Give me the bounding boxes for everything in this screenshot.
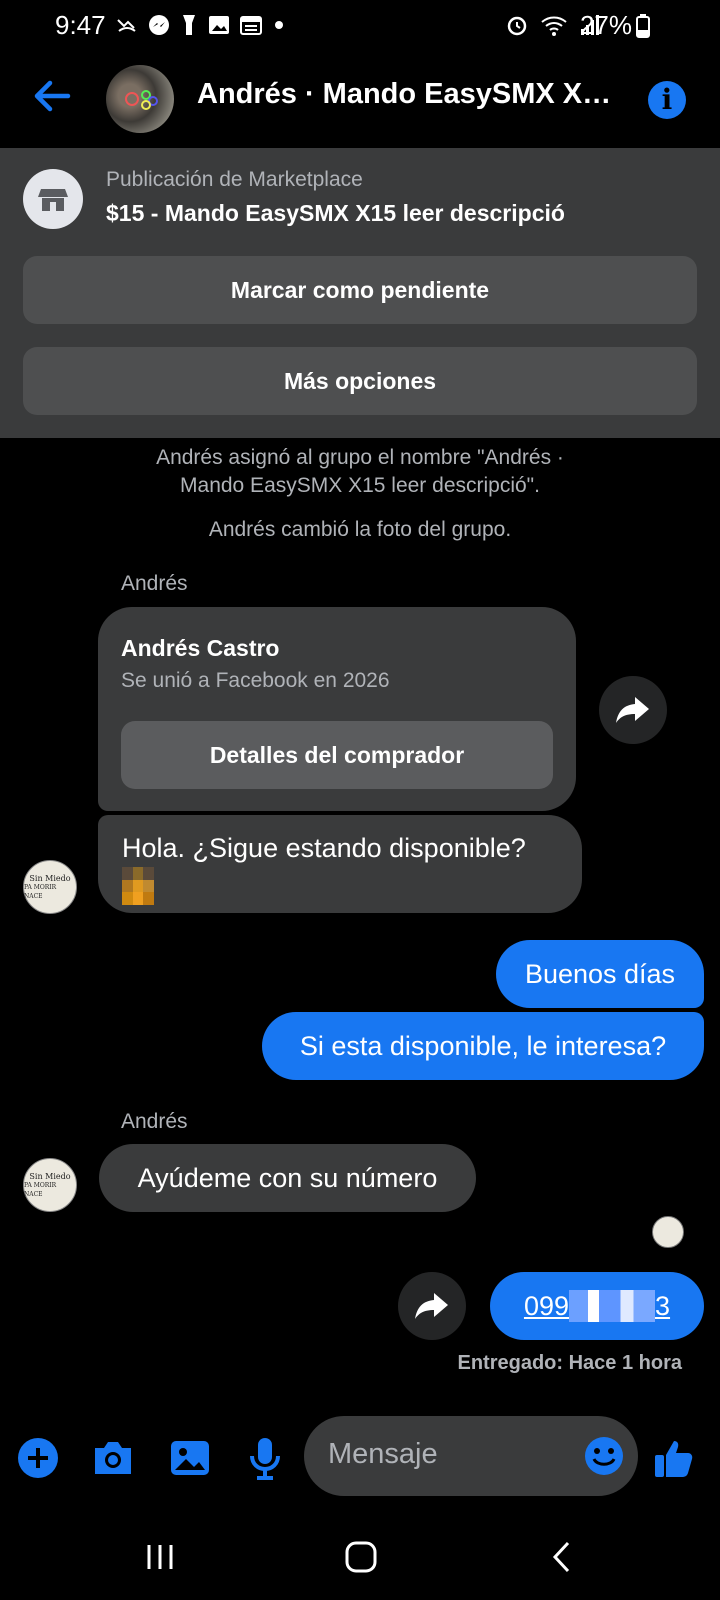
photo-changed-notice: Andrés cambió la foto del grupo. [208,518,512,541]
system-nav-bar [0,1520,720,1600]
avatar-text-line2: PA MORIR NACE [24,883,57,900]
rename-notice-line1: Andrés asignó al grupo el nombre "Andrés… [156,446,564,469]
avatar-text-line2: PA MORIR NACE [24,1181,57,1198]
plus-button[interactable] [14,1434,62,1482]
microphone-button[interactable] [241,1434,289,1482]
incoming-message[interactable]: Ayúdeme con su número [99,1144,476,1212]
group-avatar[interactable] [106,65,174,133]
rename-notice-line2: Mando EasySMX X15 leer descripció". [180,474,540,497]
store-avatar [23,169,83,229]
buyer-joined: Se unió a Facebook en 2026 [121,669,390,692]
status-time: 9:47 [55,10,106,40]
thumbs-up-icon [655,1441,693,1477]
info-icon: i [661,83,673,116]
delivery-status: Entregado: Hace 1 hora [457,1352,682,1374]
message-placeholder: Mensaje [328,1438,438,1470]
phone-number-link[interactable]: 099 3 [490,1272,704,1340]
message-text: Hola. ¿Sigue estando disponible? [122,833,526,863]
microphone-icon [250,1438,280,1480]
back-nav-icon [552,1541,570,1573]
dot-icon [275,21,283,29]
gallery-icon [171,1441,209,1475]
plus-icon [18,1438,58,1478]
outgoing-message[interactable]: Si esta disponible, le interesa? [262,1012,704,1080]
chat-title[interactable]: Andrés · Mando EasySMX X1... [197,78,617,111]
status-left-icons [115,13,287,37]
buyer-details-button[interactable]: Detalles del comprador [121,721,553,789]
sender-name: Andrés [121,1110,188,1133]
store-icon [38,189,68,211]
sender-avatar[interactable]: Sin Miedo PA MORIR NACE [23,860,77,914]
message-input[interactable]: Mensaje [304,1416,638,1496]
home-icon [345,1541,377,1573]
battery-percent: 27% [579,10,632,40]
phone-prefix: 099 [523,1290,570,1321]
controller-photo-icon [125,90,158,110]
arrow-left-icon [34,80,71,112]
forward-icon [415,1293,448,1319]
battery-level: 27% [580,10,650,41]
camera-button[interactable] [89,1434,137,1482]
avatar-text-line1: Sin Miedo [29,873,71,883]
composer: Mensaje [0,1410,720,1510]
flashlight-icon [183,15,195,35]
mark-pending-button[interactable]: Marcar como pendiente [23,256,697,324]
back-button[interactable] [30,74,74,118]
gallery-icon [209,16,229,34]
incoming-message[interactable]: Hola. ¿Sigue estando disponible? [98,815,582,913]
camera-icon [95,1442,131,1474]
pixelated-emoji-icon [122,867,154,905]
emoji-icon[interactable] [584,1436,624,1476]
battery-icon [636,13,650,38]
back-nav-button[interactable] [550,1540,574,1579]
status-bar: 9:47 27% [0,0,720,52]
outgoing-message[interactable]: Buenos días [496,940,704,1008]
recent-apps-icon [147,1545,173,1569]
buyer-name: Andrés Castro [121,635,280,661]
missed-call-icon [117,19,136,32]
more-options-button[interactable]: Más opciones [23,347,697,415]
phone-suffix: 3 [655,1290,671,1321]
forward-icon [616,697,649,723]
info-button[interactable]: i [648,81,686,119]
calendar-icon [240,16,262,35]
marketplace-label: Publicación de Marketplace [106,168,363,191]
listing-title[interactable]: $15 - Mando EasySMX X15 leer descripció [106,200,565,227]
forward-button[interactable] [398,1272,466,1340]
recent-apps-button[interactable] [145,1542,175,1577]
messenger-icon [149,15,169,35]
rename-notice: Andrés asignó al grupo el nombre "Andrés… [0,444,720,500]
like-button[interactable] [650,1434,698,1482]
alarm-icon [507,16,527,36]
read-receipt-avatar [652,1216,684,1248]
sender-name: Andrés [121,572,188,595]
home-button[interactable] [344,1540,378,1579]
avatar-text-line1: Sin Miedo [29,1171,71,1181]
marketplace-panel: Publicación de Marketplace $15 - Mando E… [0,148,720,438]
sender-avatar[interactable]: Sin Miedo PA MORIR NACE [23,1158,77,1212]
buyer-card: Andrés Castro Se unió a Facebook en 2026… [98,607,576,811]
chat-header: Andrés · Mando EasySMX X1... i [0,52,720,148]
wifi-icon [541,16,567,36]
forward-button[interactable] [599,676,667,744]
redacted-digits [569,1290,656,1322]
gallery-button[interactable] [166,1434,214,1482]
